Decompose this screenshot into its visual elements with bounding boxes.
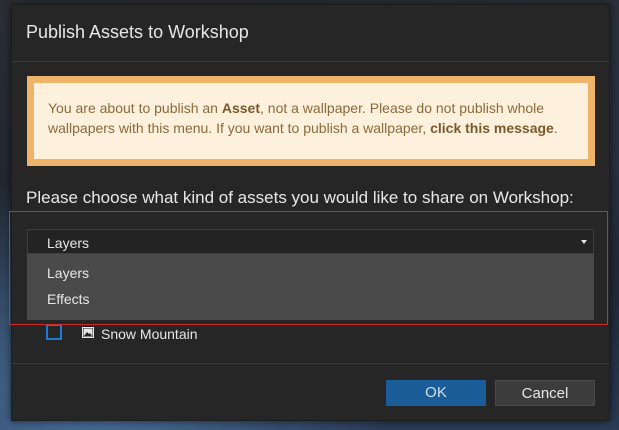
dialog-title: Publish Assets to Workshop bbox=[26, 22, 249, 42]
caret-down-icon bbox=[581, 240, 587, 244]
asset-name: Snow Mountain bbox=[101, 326, 198, 342]
dropdown-option-effects[interactable]: Effects bbox=[27, 286, 594, 312]
cancel-button[interactable]: Cancel bbox=[495, 380, 595, 406]
notice-text-end: . bbox=[553, 120, 558, 136]
dialog-footer-divider bbox=[12, 363, 609, 364]
image-icon bbox=[82, 327, 94, 338]
asset-type-prompt: Please choose what kind of assets you wo… bbox=[26, 188, 574, 207]
asset-notice-message[interactable]: You are about to publish an Asset, not a… bbox=[34, 83, 588, 159]
asset-type-dropdown-list: Layers Effects bbox=[27, 254, 594, 320]
notice-asset-word: Asset bbox=[221, 100, 260, 116]
asset-list-item[interactable]: Snow Mountain bbox=[46, 323, 346, 345]
asset-type-selected-value: Layers bbox=[47, 235, 90, 251]
asset-checkbox[interactable] bbox=[46, 324, 62, 340]
dropdown-option-layers[interactable]: Layers bbox=[27, 260, 594, 286]
asset-type-select[interactable]: Layers bbox=[27, 229, 594, 254]
publish-dialog: Publish Assets to Workshop You are about… bbox=[11, 4, 610, 421]
notice-text-start: You are about to publish an bbox=[48, 100, 222, 116]
dialog-header: Publish Assets to Workshop bbox=[12, 5, 609, 62]
asset-notice[interactable]: You are about to publish an Asset, not a… bbox=[27, 76, 595, 166]
ok-button[interactable]: OK bbox=[386, 380, 486, 406]
publish-wallpaper-link[interactable]: click this message bbox=[430, 120, 554, 136]
